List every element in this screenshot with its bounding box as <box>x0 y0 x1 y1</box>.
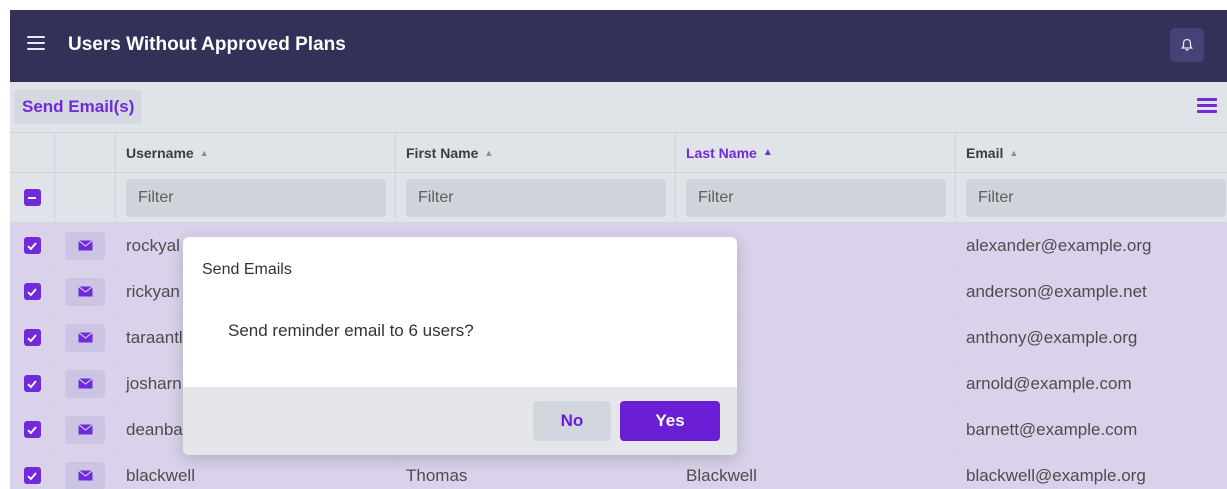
no-button[interactable]: No <box>533 401 611 441</box>
app-window: Users Without Approved Plans Send Email(… <box>10 10 1227 489</box>
confirm-dialog: Send Emails Send reminder email to 6 use… <box>183 237 737 455</box>
yes-button[interactable]: Yes <box>620 401 720 441</box>
dialog-title: Send Emails <box>202 261 292 278</box>
dialog-message: Send reminder email to 6 users? <box>228 321 474 340</box>
dialog-footer: No Yes <box>183 387 737 455</box>
